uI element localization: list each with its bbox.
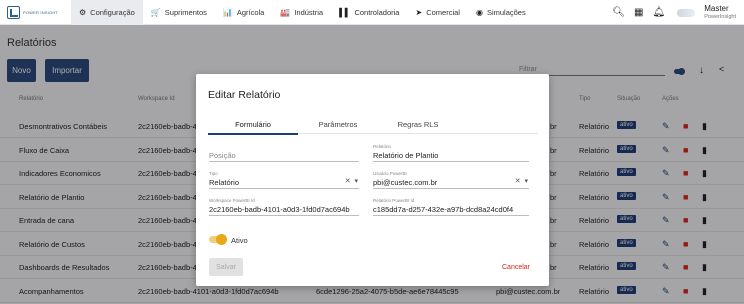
posicao-placeholder: Posição xyxy=(209,151,236,160)
relatorio-label: Relatório xyxy=(373,144,392,149)
main-nav: ⚙ Configuração 🛒 Suprimentos 📊 Agrícola 🏭 Indús… xyxy=(71,0,534,25)
logo-mark-icon xyxy=(7,5,20,19)
usuario-label: Usuário PowerBI xyxy=(373,171,407,176)
gear-icon: ⚙ xyxy=(79,7,87,17)
cancel-button[interactable]: Cancelar xyxy=(502,264,530,271)
workspace-value: 2c2160eb-badb-4101-a0d3-1fd0d7ac694b xyxy=(209,205,350,214)
chart-icon: 📊 xyxy=(222,7,233,17)
usuario-value: pbi@custec.com.br xyxy=(373,178,438,187)
tipo-label: Tipo xyxy=(209,171,218,176)
posicao-field[interactable]: Posição xyxy=(209,144,359,162)
user-name: Master xyxy=(704,3,729,13)
nav-item-4[interactable]: ▌▌ Controladoria xyxy=(331,0,407,25)
nav-item-1[interactable]: 🛒 Suprimentos xyxy=(143,0,215,25)
nav-item-5[interactable]: ➤ Comercial xyxy=(407,0,467,25)
logo-text: POWER INSIGHT xyxy=(23,9,59,15)
bell-icon[interactable]: 🔔︎ xyxy=(653,7,666,18)
dialog-title: Editar Relatório xyxy=(208,89,281,101)
top-bar: POWER INSIGHT ⚙ Configuração 🛒 Suprimentos 📊… xyxy=(0,0,744,25)
tipo-clear-and-dropdown-icon[interactable]: ✕ ▾ xyxy=(345,177,358,185)
edit-report-dialog: Editar Relatório Formulário Parâmetros R… xyxy=(196,74,549,286)
workspace-field[interactable]: Workspace PowerBI Id 2c2160eb-badb-4101-… xyxy=(209,198,359,216)
nav-item-label: Simulações xyxy=(486,7,526,17)
factory-icon: 🏭 xyxy=(280,7,291,17)
user-org: PowerInsight xyxy=(704,13,736,20)
nav-item-6[interactable]: ◉ Simulações xyxy=(468,0,534,25)
top-right-tools: 🔍︎ ▦ 🔔︎ Master PowerInsight xyxy=(603,0,736,25)
nav-item-label: Comercial xyxy=(426,7,460,17)
user-info[interactable]: Master PowerInsight xyxy=(704,3,736,21)
nav-item-label: Suprimentos xyxy=(164,7,207,17)
tab-formulario[interactable]: Formulário xyxy=(208,120,298,129)
save-button[interactable]: Salvar xyxy=(209,258,243,276)
relatorio-id-value: c185dd7a-d257-432e-a97b-dcd8a24cd0f4 xyxy=(373,205,514,214)
app-logo[interactable]: POWER INSIGHT xyxy=(7,5,71,19)
tipo-select[interactable]: Tipo Relatório ✕ ▾ xyxy=(209,171,359,189)
relatorio-field[interactable]: Relatório Relatório de Plantio xyxy=(373,144,529,162)
usuario-select[interactable]: Usuário PowerBI pbi@custec.com.br ✕ ▾ xyxy=(373,171,529,189)
nav-item-3[interactable]: 🏭 Indústria xyxy=(272,0,331,25)
relatorio-id-field[interactable]: Relatório PowerBI Id c185dd7a-d257-432e-… xyxy=(373,198,529,216)
relatorio-value: Relatório de Plantio xyxy=(373,151,439,160)
send-icon: ➤ xyxy=(415,7,423,17)
nav-item-2[interactable]: 📊 Agrícola xyxy=(215,0,272,25)
relatorio-id-label: Relatório PowerBI Id xyxy=(373,198,415,203)
cart-icon: 🛒 xyxy=(150,7,161,17)
nav-item-label: Agrícola xyxy=(236,7,265,17)
nav-item-label: Indústria xyxy=(294,7,324,17)
nav-item-label: Configuração xyxy=(90,7,135,17)
user-avatar[interactable] xyxy=(677,8,696,17)
usuario-clear-and-dropdown-icon[interactable]: ✕ ▾ xyxy=(515,177,528,185)
simulation-icon: ◉ xyxy=(475,7,483,17)
tab-regras-rls[interactable]: Regras RLS xyxy=(378,120,458,129)
ativo-label: Ativo xyxy=(231,236,248,245)
nav-item-label: Controladoria xyxy=(354,7,400,17)
nav-item-0[interactable]: ⚙ Configuração xyxy=(71,0,143,25)
tipo-value: Relatório xyxy=(209,178,240,187)
tab-parametros[interactable]: Parâmetros xyxy=(298,120,378,129)
ativo-toggle[interactable] xyxy=(209,234,227,245)
building-icon[interactable]: ▦ xyxy=(634,7,643,18)
search-icon[interactable]: 🔍︎ xyxy=(612,7,625,18)
active-tab-indicator xyxy=(208,133,298,135)
dialog-tabs: Formulário Parâmetros Regras RLS xyxy=(208,114,538,135)
workspace-label: Workspace PowerBI Id xyxy=(209,198,255,203)
columns-icon: ▌▌ xyxy=(339,7,351,17)
